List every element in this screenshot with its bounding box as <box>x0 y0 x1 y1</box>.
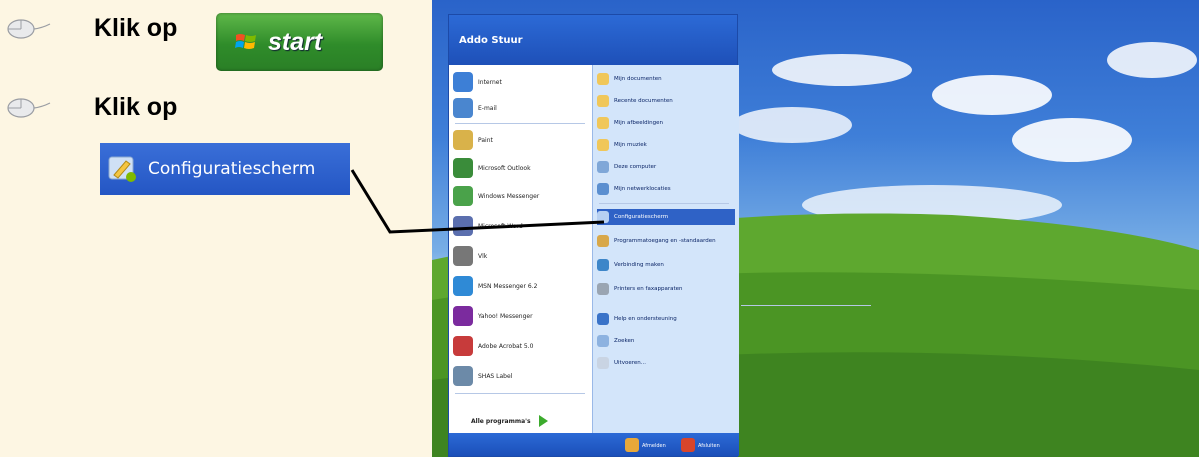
start-menu-item[interactable]: Yahoo! Messenger <box>453 305 589 327</box>
start-menu-item[interactable]: Programmatoegang en -standaarden <box>597 233 735 249</box>
start-menu-item[interactable]: Mijn documenten <box>597 71 735 87</box>
shutdown-label: Afsluiten <box>698 443 720 449</box>
green-arrow-icon <box>538 415 548 427</box>
word-icon <box>453 216 473 236</box>
control-panel-icon <box>108 156 136 182</box>
connect-icon <box>597 259 609 271</box>
step-2: Klik op <box>6 93 177 122</box>
start-menu-header: Addo Stuur <box>449 15 737 65</box>
separator <box>455 393 585 394</box>
label-icon <box>453 366 473 386</box>
program-access-icon <box>597 235 609 247</box>
computer-icon <box>597 161 609 173</box>
start-menu-item[interactable]: MSN Messenger 6.2 <box>453 275 589 297</box>
start-button-label: start <box>268 27 323 56</box>
start-menu-item[interactable]: Deze computer <box>597 159 735 175</box>
separator <box>455 123 585 124</box>
folder-icon <box>597 139 609 151</box>
acrobat-icon <box>453 336 473 356</box>
start-menu: Addo Stuur Internet E-mail Paint Microso… <box>448 14 871 457</box>
logoff-icon[interactable] <box>625 438 639 452</box>
folder-icon <box>597 95 609 107</box>
messenger-icon <box>453 186 473 206</box>
start-menu-item[interactable]: Printers en faxapparaten <box>597 281 735 297</box>
start-menu-item[interactable]: Mijn afbeeldingen <box>597 115 735 131</box>
mouse-icon <box>6 97 52 119</box>
start-menu-item[interactable]: Zoeken <box>597 333 735 349</box>
network-icon <box>597 183 609 195</box>
yahoo-icon <box>453 306 473 326</box>
outlook-icon <box>453 158 473 178</box>
folder-icon <box>597 117 609 129</box>
control-panel-icon <box>597 211 609 223</box>
desktop-screenshot: Addo Stuur Internet E-mail Paint Microso… <box>432 0 1199 457</box>
start-menu-item[interactable]: Mijn netwerklocaties <box>597 181 735 197</box>
logoff-label: Afmelden <box>642 443 666 449</box>
start-menu-item-control-panel[interactable]: Configuratiescherm <box>597 209 735 225</box>
start-menu-item[interactable]: SHAS Label <box>453 365 589 387</box>
folder-icon <box>597 73 609 85</box>
mouse-icon <box>6 18 52 40</box>
application-icon <box>453 246 473 266</box>
step-1: Klik op <box>6 14 177 43</box>
search-icon <box>597 335 609 347</box>
start-menu-left-column: Internet E-mail Paint Microsoft Outlook … <box>449 65 592 435</box>
instruction-panel: Klik op start Klik op Configuratiescherm <box>0 0 432 457</box>
start-menu-item[interactable]: Internet <box>453 71 589 93</box>
start-menu-item[interactable]: Microsoft Word <box>453 215 589 237</box>
shutdown-icon[interactable] <box>681 438 695 452</box>
step-2-label: Klik op <box>94 93 178 121</box>
separator <box>599 203 729 204</box>
user-name: Addo Stuur <box>459 34 523 46</box>
start-menu-item[interactable]: Paint <box>453 129 589 151</box>
all-programs-button[interactable]: Alle programma's <box>471 415 548 427</box>
printer-icon <box>597 283 609 295</box>
start-menu-item[interactable]: Verbinding maken <box>597 257 735 273</box>
start-menu-item[interactable]: Help en ondersteuning <box>597 311 735 327</box>
start-menu-footer: Afmelden Afsluiten <box>449 433 739 456</box>
paint-icon <box>453 130 473 150</box>
start-menu-item[interactable]: Vlk <box>453 245 589 267</box>
control-panel-label: Configuratiescherm <box>148 159 316 179</box>
start-menu-right-column: Mijn documenten Recente documenten Mijn … <box>592 65 871 435</box>
start-menu-item[interactable]: E-mail <box>453 97 589 119</box>
run-icon <box>597 357 609 369</box>
separator <box>741 305 871 306</box>
control-panel-button[interactable]: Configuratiescherm <box>100 143 350 195</box>
email-icon <box>453 98 473 118</box>
start-button[interactable]: start <box>216 13 383 71</box>
help-icon <box>597 313 609 325</box>
start-menu-item[interactable]: Uitvoeren... <box>597 355 735 371</box>
msn-icon <box>453 276 473 296</box>
start-menu-item[interactable]: Recente documenten <box>597 93 735 109</box>
start-menu-item[interactable]: Adobe Acrobat 5.0 <box>453 335 589 357</box>
start-menu-item[interactable]: Microsoft Outlook <box>453 157 589 179</box>
start-menu-item[interactable]: Mijn muziek <box>597 137 735 153</box>
internet-icon <box>453 72 473 92</box>
start-menu-item[interactable]: Windows Messenger <box>453 185 589 207</box>
step-1-label: Klik op <box>94 14 178 42</box>
windows-flag-icon <box>235 34 256 49</box>
